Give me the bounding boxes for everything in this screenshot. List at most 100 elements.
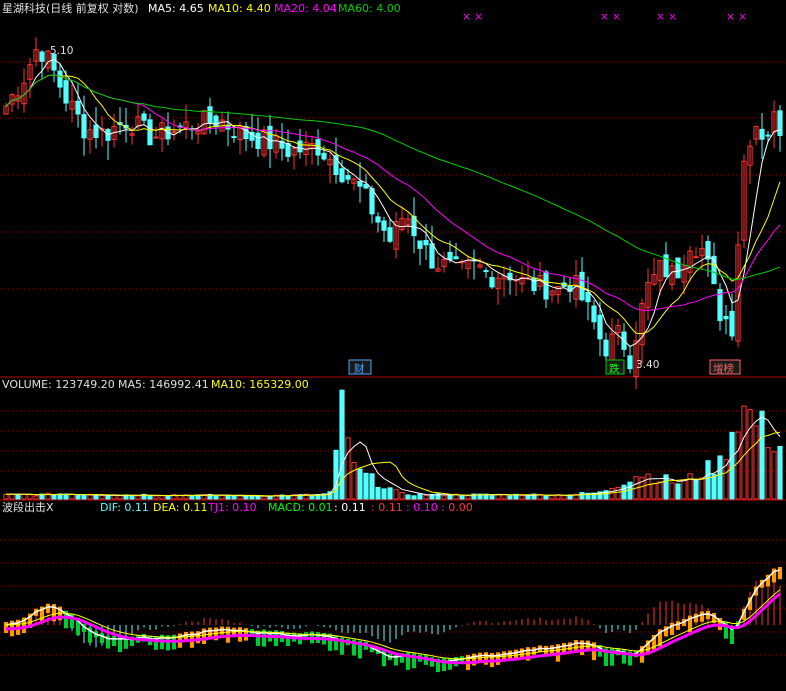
volume-bar bbox=[153, 495, 159, 500]
volume-bar bbox=[189, 495, 195, 500]
dif-readout: DIF: 0.11 bbox=[100, 501, 149, 514]
candle-body bbox=[765, 134, 771, 137]
volume-bar bbox=[285, 495, 291, 500]
volume-bar bbox=[651, 482, 657, 500]
candle-body bbox=[591, 305, 597, 323]
volume-bar bbox=[765, 447, 771, 500]
event-tag-finance: 财 bbox=[354, 362, 365, 375]
volume-bar bbox=[363, 472, 369, 500]
stock-title: 星湖科技(日线 前复权 对数) bbox=[2, 1, 139, 15]
volume-bar bbox=[249, 495, 255, 500]
wave-block bbox=[693, 613, 699, 623]
wave-block bbox=[99, 632, 105, 644]
event-tag-drop: 跌 bbox=[609, 362, 620, 375]
candle-body bbox=[579, 271, 585, 301]
volume-bar bbox=[489, 494, 495, 500]
volume-bar bbox=[375, 486, 381, 500]
candle-body bbox=[39, 51, 45, 62]
candle-body bbox=[447, 251, 453, 261]
volume-readout: VOLUME: 123749.20 bbox=[2, 378, 115, 391]
candle-body bbox=[207, 106, 213, 123]
volume-bar bbox=[345, 437, 351, 500]
volume-bar bbox=[747, 409, 753, 500]
candle-body bbox=[675, 257, 681, 279]
candle-body bbox=[723, 316, 729, 320]
candle-body bbox=[381, 220, 387, 231]
grid-lines bbox=[0, 61, 786, 656]
volume-bar bbox=[711, 473, 717, 500]
candle-body bbox=[267, 125, 273, 150]
candle-body bbox=[93, 124, 99, 139]
tj1-readout: TJ1: 0.10 bbox=[207, 501, 257, 514]
volume-bar bbox=[645, 473, 651, 500]
wave-block bbox=[777, 567, 783, 580]
wave-block bbox=[45, 603, 51, 614]
wave-block bbox=[483, 652, 489, 665]
candle-body bbox=[483, 270, 489, 273]
indicator-value-4: : 0.00 bbox=[441, 501, 473, 514]
volume-bar bbox=[261, 495, 267, 500]
candle-body bbox=[543, 271, 549, 300]
candle-body bbox=[777, 110, 783, 137]
volume-bar bbox=[543, 495, 549, 500]
indicator-panel[interactable] bbox=[3, 567, 783, 673]
wave-block bbox=[543, 645, 549, 655]
volume-bar bbox=[417, 493, 423, 500]
indicator-name: 波段出击X bbox=[2, 500, 54, 514]
volume-bar bbox=[693, 478, 699, 500]
volume-bar bbox=[309, 494, 315, 500]
volume-bar bbox=[3, 493, 9, 500]
volume-bar bbox=[657, 481, 663, 500]
low-price-label: 3.40 bbox=[636, 359, 659, 371]
candle-body bbox=[759, 128, 765, 140]
candle-body bbox=[81, 114, 87, 139]
indicator-value-2: : 0.11 bbox=[371, 501, 403, 514]
volume-bar bbox=[441, 495, 447, 500]
volume-bar bbox=[87, 494, 93, 500]
volume-bar bbox=[675, 483, 681, 500]
wave-block bbox=[495, 652, 501, 665]
volume-bar bbox=[381, 488, 387, 500]
indicator-value-1: : 0.11 bbox=[334, 501, 366, 514]
volume-bar bbox=[465, 495, 471, 500]
marker-icon: × × bbox=[656, 11, 677, 23]
volume-bar bbox=[351, 462, 357, 500]
candle-body bbox=[597, 314, 603, 340]
volume-bar bbox=[561, 495, 567, 500]
marker-icon: × × bbox=[600, 11, 621, 23]
ma5-readout: MA5: 4.65 bbox=[148, 2, 204, 15]
volume-bar bbox=[405, 494, 411, 500]
indicator-value-3: : 0.10 bbox=[406, 501, 438, 514]
volume-bar bbox=[729, 431, 735, 500]
volume-bar bbox=[93, 494, 99, 500]
volume-bar bbox=[495, 494, 501, 500]
volume-panel[interactable] bbox=[3, 389, 783, 500]
volume-bar bbox=[549, 495, 555, 500]
volume-bar bbox=[357, 468, 363, 500]
macd-readout: MACD: 0.01 bbox=[268, 501, 333, 514]
volume-bar bbox=[687, 473, 693, 500]
dea-readout: DEA: 0.11 bbox=[153, 501, 207, 514]
volume-bar bbox=[525, 495, 531, 500]
volume-bar bbox=[231, 495, 237, 500]
volume-bar bbox=[609, 487, 615, 500]
wave-block bbox=[111, 635, 117, 647]
high-price-label: 5.10 bbox=[50, 45, 73, 57]
volume-bar bbox=[735, 431, 741, 500]
volume-bar bbox=[147, 495, 153, 500]
candle-body bbox=[429, 243, 435, 269]
candle-body bbox=[603, 339, 609, 357]
stock-chart[interactable]: 星湖科技(日线 前复权 对数) MA5: 4.65 MA10: 4.40 MA2… bbox=[0, 0, 786, 691]
volume-bar bbox=[699, 477, 705, 500]
volume-bar bbox=[669, 482, 675, 500]
volume-bar bbox=[447, 495, 453, 500]
candle-body bbox=[213, 115, 219, 128]
candle-body bbox=[153, 136, 159, 139]
volume-bar bbox=[81, 494, 87, 500]
price-panel[interactable] bbox=[3, 37, 783, 390]
volume-bar bbox=[423, 494, 429, 500]
candle-body bbox=[627, 355, 633, 370]
volume-ma10-readout: MA10: 165329.00 bbox=[211, 378, 309, 391]
volume-bar bbox=[741, 405, 747, 500]
candle-body bbox=[369, 188, 375, 215]
